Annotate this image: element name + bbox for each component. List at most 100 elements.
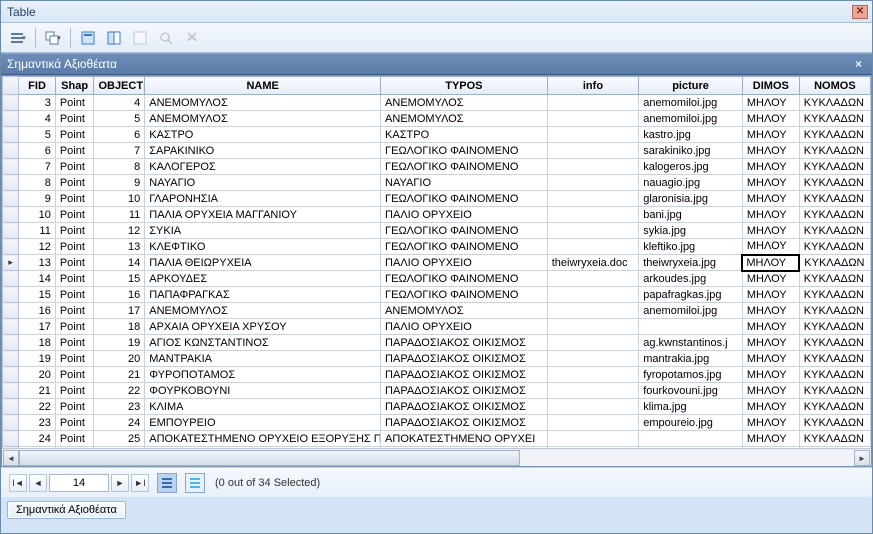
table-row[interactable]: 4Point5ΑΝΕΜΟΜΥΛΟΣΑΝΕΜΟΜΥΛΟΣanemomiloi.jp… — [3, 111, 871, 127]
cell-info[interactable] — [547, 207, 638, 223]
cell-name[interactable]: ΦΥΡΟΠΟΤΑΜΟΣ — [145, 367, 381, 383]
cell-typos[interactable]: ΑΝΕΜΟΜΥΛΟΣ — [381, 303, 548, 319]
column-header-object[interactable]: OBJECT — [94, 77, 145, 95]
table-row[interactable]: 23Point24ΕΜΠΟΥΡΕΙΟΠΑΡΑΔΟΣΙΑΚΟΣ ΟΙΚΙΣΜΟΣe… — [3, 415, 871, 431]
row-header[interactable] — [3, 223, 19, 239]
cell-shape[interactable]: Point — [55, 239, 94, 255]
cell-object[interactable]: 17 — [94, 303, 145, 319]
cell-info[interactable] — [547, 159, 638, 175]
cell-typos[interactable]: ΓΕΩΛΟΓΙΚΟ ΦΑΙΝΟΜΕΝΟ — [381, 271, 548, 287]
cell-picture[interactable]: klima.jpg — [639, 399, 743, 415]
cell-nomos[interactable]: ΚΥΚΛΑΔΩΝ — [799, 239, 870, 255]
cell-picture[interactable]: arkoudes.jpg — [639, 271, 743, 287]
cell-name[interactable]: ΚΑΛΟΓΕΡΟΣ — [145, 159, 381, 175]
cell-name[interactable]: ΚΑΣΤΡΟ — [145, 127, 381, 143]
row-header[interactable] — [3, 191, 19, 207]
cell-object[interactable]: 21 — [94, 367, 145, 383]
cell-nomos[interactable]: ΚΥΚΛΑΔΩΝ — [799, 431, 870, 447]
cell-dimos[interactable]: ΜΗΛΟΥ — [742, 95, 799, 111]
cell-fid[interactable]: 8 — [19, 175, 56, 191]
cell-name[interactable]: ΓΛΑΡΟΝΗΣΙΑ — [145, 191, 381, 207]
cell-fid[interactable]: 10 — [19, 207, 56, 223]
cell-dimos[interactable]: ΜΗΛΟΥ — [742, 239, 799, 255]
cell-object[interactable]: 12 — [94, 223, 145, 239]
table-tab[interactable]: Σημαντικά Αξιοθέατα — [7, 501, 126, 519]
table-row[interactable]: 14Point15ΑΡΚΟΥΔΕΣΓΕΩΛΟΓΙΚΟ ΦΑΙΝΟΜΕΝΟarko… — [3, 271, 871, 287]
zoom-selected-button[interactable] — [155, 27, 177, 49]
cell-dimos[interactable]: ΜΗΛΟΥ — [742, 415, 799, 431]
cell-dimos[interactable]: ΜΗΛΟΥ — [742, 367, 799, 383]
cell-shape[interactable]: Point — [55, 319, 94, 335]
cell-fid[interactable]: 24 — [19, 431, 56, 447]
cell-object[interactable]: 22 — [94, 383, 145, 399]
cell-picture[interactable]: kalogeros.jpg — [639, 159, 743, 175]
cell-typos[interactable]: ΠΑΛΙΟ ΟΡΥΧΕΙΟ — [381, 207, 548, 223]
cell-fid[interactable]: 14 — [19, 271, 56, 287]
cell-dimos[interactable]: ΜΗΛΟΥ — [742, 143, 799, 159]
cell-dimos[interactable]: ΜΗΛΟΥ — [742, 159, 799, 175]
cell-dimos[interactable]: ΜΗΛΟΥ — [742, 207, 799, 223]
show-all-records-button[interactable] — [157, 473, 177, 493]
cell-nomos[interactable]: ΚΥΚΛΑΔΩΝ — [799, 127, 870, 143]
current-record-input[interactable] — [49, 474, 109, 492]
cell-picture[interactable]: sarakiniko.jpg — [639, 143, 743, 159]
cell-nomos[interactable]: ΚΥΚΛΑΔΩΝ — [799, 111, 870, 127]
cell-shape[interactable]: Point — [55, 95, 94, 111]
cell-name[interactable]: ΣΑΡΑΚΙΝΙΚΟ — [145, 143, 381, 159]
cell-shape[interactable]: Point — [55, 383, 94, 399]
cell-nomos[interactable]: ΚΥΚΛΑΔΩΝ — [799, 143, 870, 159]
scroll-left-button[interactable]: ◄ — [3, 450, 19, 466]
row-header[interactable] — [3, 367, 19, 383]
table-row[interactable]: 6Point7ΣΑΡΑΚΙΝΙΚΟΓΕΩΛΟΓΙΚΟ ΦΑΙΝΟΜΕΝΟsara… — [3, 143, 871, 159]
cell-name[interactable]: ΦΟΥΡΚΟΒΟΥΝΙ — [145, 383, 381, 399]
show-selected-records-button[interactable] — [185, 473, 205, 493]
clear-selection-button[interactable] — [129, 27, 151, 49]
cell-fid[interactable]: 19 — [19, 351, 56, 367]
cell-dimos[interactable]: ΜΗΛΟΥ — [742, 271, 799, 287]
cell-dimos[interactable]: ΜΗΛΟΥ — [742, 111, 799, 127]
cell-typos[interactable]: ΠΑΛΙΟ ΟΡΥΧΕΙΟ — [381, 319, 548, 335]
table-row[interactable]: 9Point10ΓΛΑΡΟΝΗΣΙΑΓΕΩΛΟΓΙΚΟ ΦΑΙΝΟΜΕΝΟgla… — [3, 191, 871, 207]
cell-name[interactable]: ΝΑΥΑΓΙΟ — [145, 175, 381, 191]
cell-typos[interactable]: ΠΑΡΑΔΟΣΙΑΚΟΣ ΟΙΚΙΣΜΟΣ — [381, 399, 548, 415]
cell-nomos[interactable]: ΚΥΚΛΑΔΩΝ — [799, 271, 870, 287]
cell-name[interactable]: ΚΛΕΦΤΙΚΟ — [145, 239, 381, 255]
cell-dimos[interactable]: ΜΗΛΟΥ — [742, 287, 799, 303]
cell-picture[interactable]: mantrakia.jpg — [639, 351, 743, 367]
cell-typos[interactable]: ΓΕΩΛΟΓΙΚΟ ΦΑΙΝΟΜΕΝΟ — [381, 287, 548, 303]
cell-picture[interactable]: sykia.jpg — [639, 223, 743, 239]
row-header[interactable] — [3, 111, 19, 127]
cell-name[interactable]: ΠΑΠΑΦΡΑΓΚΑΣ — [145, 287, 381, 303]
cell-object[interactable]: 7 — [94, 143, 145, 159]
table-row[interactable]: 21Point22ΦΟΥΡΚΟΒΟΥΝΙΠΑΡΑΔΟΣΙΑΚΟΣ ΟΙΚΙΣΜΟ… — [3, 383, 871, 399]
cell-dimos[interactable]: ΜΗΛΟΥ — [742, 351, 799, 367]
cell-fid[interactable]: 6 — [19, 143, 56, 159]
cell-info[interactable] — [547, 351, 638, 367]
cell-shape[interactable]: Point — [55, 399, 94, 415]
table-row[interactable]: 3Point4ΑΝΕΜΟΜΥΛΟΣΑΝΕΜΟΜΥΛΟΣanemomiloi.jp… — [3, 95, 871, 111]
cell-dimos[interactable]: ΜΗΛΟΥ — [742, 255, 799, 271]
cell-info[interactable] — [547, 415, 638, 431]
cell-info[interactable] — [547, 127, 638, 143]
cell-dimos[interactable]: ΜΗΛΟΥ — [742, 175, 799, 191]
cell-typos[interactable]: ΓΕΩΛΟΓΙΚΟ ΦΑΙΝΟΜΕΝΟ — [381, 191, 548, 207]
cell-name[interactable]: ΑΝΕΜΟΜΥΛΟΣ — [145, 95, 381, 111]
column-header-nomos[interactable]: NOMOS — [799, 77, 870, 95]
cell-nomos[interactable]: ΚΥΚΛΑΔΩΝ — [799, 223, 870, 239]
scroll-thumb[interactable] — [19, 450, 520, 466]
column-header-picture[interactable]: picture — [639, 77, 743, 95]
table-row[interactable]: 7Point8ΚΑΛΟΓΕΡΟΣΓΕΩΛΟΓΙΚΟ ΦΑΙΝΟΜΕΝΟkalog… — [3, 159, 871, 175]
row-header[interactable] — [3, 143, 19, 159]
cell-fid[interactable]: 21 — [19, 383, 56, 399]
cell-info[interactable] — [547, 143, 638, 159]
cell-dimos[interactable]: ΜΗΛΟΥ — [742, 223, 799, 239]
column-header-typos[interactable]: TYPOS — [381, 77, 548, 95]
cell-shape[interactable]: Point — [55, 207, 94, 223]
cell-info[interactable] — [547, 303, 638, 319]
cell-dimos[interactable]: ΜΗΛΟΥ — [742, 383, 799, 399]
cell-shape[interactable]: Point — [55, 303, 94, 319]
table-row[interactable]: 12Point13ΚΛΕΦΤΙΚΟΓΕΩΛΟΓΙΚΟ ΦΑΙΝΟΜΕΝΟklef… — [3, 239, 871, 255]
related-tables-button[interactable]: ▾ — [42, 27, 64, 49]
cell-fid[interactable]: 4 — [19, 111, 56, 127]
cell-shape[interactable]: Point — [55, 159, 94, 175]
